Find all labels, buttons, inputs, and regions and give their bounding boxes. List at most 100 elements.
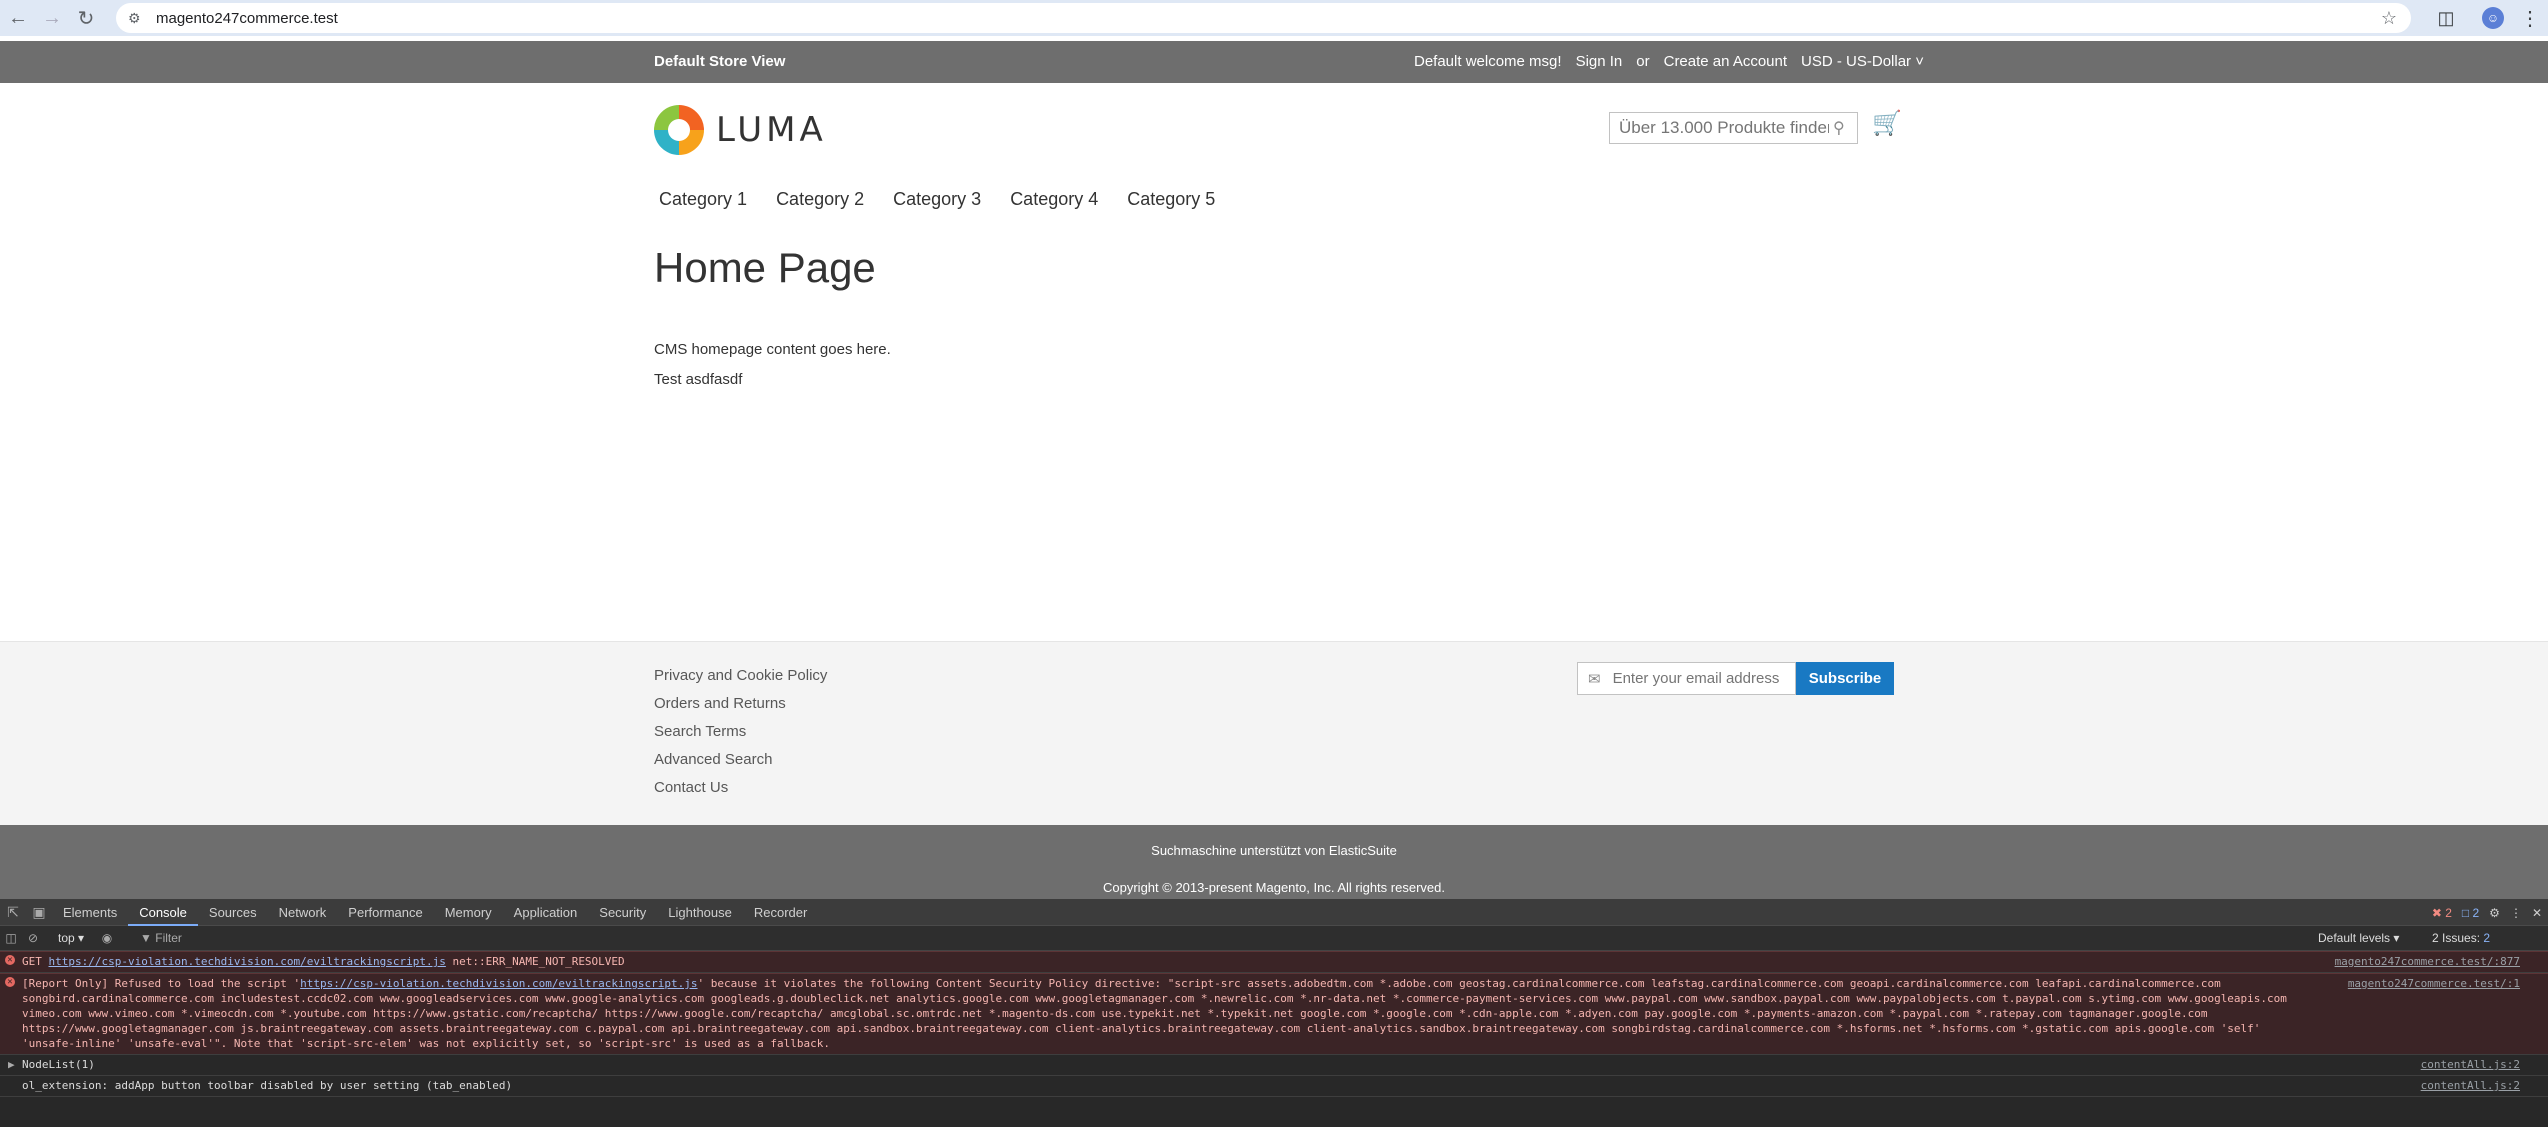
search-input[interactable] [1619, 118, 1829, 138]
nav-category-4[interactable]: Category 4 [1005, 189, 1110, 210]
inspect-element-icon[interactable]: ⇱ [0, 904, 26, 921]
luma-logo-icon [654, 105, 704, 155]
footer-link-contact[interactable]: Contact Us [654, 774, 827, 802]
currency-switcher[interactable]: USD - US-Dollar ˅ [1801, 53, 1924, 70]
footer-link-advanced-search[interactable]: Advanced Search [654, 746, 827, 774]
source-link[interactable]: magento247commerce.test/:1 [2348, 976, 2520, 991]
error-count: 2 [2445, 905, 2452, 920]
log-levels-dropdown[interactable]: Default levels ▾ [2318, 931, 2399, 945]
console-toolbar: ◫ ⊘ top ▾ ◉ ▼ Filter Default levels ▾ 2 … [0, 926, 2548, 951]
content-paragraph: CMS homepage content goes here. [654, 341, 891, 358]
levels-label: Default levels [2318, 931, 2391, 945]
sidebar-toggle-icon[interactable]: ◫ [0, 931, 22, 945]
logo-text: LUMA [716, 110, 827, 150]
log-text: NodeList(1) [22, 1058, 95, 1071]
source-link[interactable]: contentAll.js:2 [2421, 1078, 2520, 1093]
bookmark-star-icon[interactable]: ☆ [2381, 8, 2397, 29]
extensions-icon[interactable]: ◫ [2432, 4, 2460, 32]
profile-avatar[interactable]: ☺ [2482, 7, 2504, 29]
console-filter-input[interactable]: ▼ Filter [140, 931, 182, 945]
search-engine-note: Suchmaschine unterstützt von ElasticSuit… [1151, 843, 1397, 858]
cart-icon[interactable]: 🛒 [1872, 109, 1902, 138]
browser-menu-icon[interactable]: ⋮ [2518, 4, 2542, 32]
back-icon[interactable]: ← [2, 2, 34, 34]
content-paragraph: Test asdfasdf [654, 371, 743, 388]
close-devtools-icon[interactable]: ✕ [2532, 906, 2542, 920]
site-info-icon[interactable]: ⚙ [128, 10, 150, 27]
chevron-down-icon: ˅ [1915, 53, 1924, 70]
envelope-icon: ✉ [1588, 670, 1601, 688]
error-count-badge[interactable]: ✖ 2 [2432, 906, 2452, 920]
footer-links: Privacy and Cookie Policy Orders and Ret… [654, 662, 827, 802]
store-view-switcher[interactable]: Default Store View [654, 53, 785, 70]
footer-link-search-terms[interactable]: Search Terms [654, 718, 827, 746]
nav-category-2[interactable]: Category 2 [771, 189, 876, 210]
source-link[interactable]: contentAll.js:2 [2421, 1057, 2520, 1072]
request-method: GET [22, 955, 42, 968]
console-messages: ✕ GET https://csp-violation.techdivision… [0, 951, 2548, 1097]
welcome-message: Default welcome msg! [1414, 53, 1562, 70]
subscribe-button[interactable]: Subscribe [1796, 662, 1894, 695]
console-error-message: ✕ GET https://csp-violation.techdivision… [0, 951, 2548, 973]
error-url-link[interactable]: https://csp-violation.techdivision.com/e… [300, 977, 697, 990]
error-icon: ✕ [5, 977, 15, 987]
devtools-panel: ⇱ ▣ Elements Console Sources Network Per… [0, 899, 2548, 1127]
reload-icon[interactable]: ↻ [70, 2, 102, 34]
tab-network[interactable]: Network [268, 899, 338, 926]
issues-link[interactable]: 2 Issues: 2 [2432, 931, 2490, 945]
filter-placeholder: Filter [155, 931, 182, 945]
tab-console[interactable]: Console [128, 899, 198, 926]
newsletter-field: ✉ [1577, 662, 1796, 695]
nav-category-5[interactable]: Category 5 [1122, 189, 1227, 210]
cms-content: CMS homepage content goes here. Test asd… [654, 335, 891, 395]
footer-link-orders[interactable]: Orders and Returns [654, 690, 827, 718]
footer-link-privacy[interactable]: Privacy and Cookie Policy [654, 662, 827, 690]
category-nav: Category 1 Category 2 Category 3 Categor… [654, 189, 1239, 210]
issue-count-badge[interactable]: □ 2 [2462, 906, 2479, 920]
nav-category-1[interactable]: Category 1 [654, 189, 759, 210]
address-bar[interactable]: ⚙ magento247commerce.test ☆ [116, 3, 2411, 33]
nav-category-3[interactable]: Category 3 [888, 189, 993, 210]
copyright-bar: Suchmaschine unterstützt von ElasticSuit… [0, 825, 2548, 899]
header-links: Default welcome msg! Sign In or Create a… [1414, 53, 1924, 70]
tab-security[interactable]: Security [588, 899, 657, 926]
tab-memory[interactable]: Memory [434, 899, 503, 926]
store-logo[interactable]: LUMA [654, 105, 827, 155]
search-field: ⚲ [1609, 112, 1858, 144]
tab-elements[interactable]: Elements [52, 899, 128, 926]
log-text: ol_extension: addApp button toolbar disa… [22, 1079, 513, 1092]
error-text: net::ERR_NAME_NOT_RESOLVED [452, 955, 625, 968]
eye-icon[interactable]: ◉ [96, 931, 118, 945]
devtools-tabbar: ⇱ ▣ Elements Console Sources Network Per… [0, 899, 2548, 926]
tab-recorder[interactable]: Recorder [743, 899, 818, 926]
currency-label: USD - US-Dollar [1801, 53, 1912, 70]
context-selector[interactable]: top ▾ [58, 931, 84, 945]
console-log-message: ol_extension: addApp button toolbar disa… [0, 1076, 2548, 1097]
or-separator: or [1636, 53, 1650, 70]
newsletter-email-input[interactable] [1612, 670, 1793, 687]
url-text[interactable]: magento247commerce.test [156, 10, 338, 27]
expand-triangle-icon[interactable]: ▶ [8, 1057, 15, 1072]
error-url-link[interactable]: https://csp-violation.techdivision.com/e… [49, 955, 446, 968]
sign-in-link[interactable]: Sign In [1576, 53, 1623, 70]
more-options-icon[interactable]: ⋮ [2510, 906, 2522, 920]
context-label: top [58, 931, 75, 945]
search-icon[interactable]: ⚲ [1833, 118, 1845, 138]
newsletter-form: ✉ Subscribe [1577, 662, 1894, 695]
tab-application[interactable]: Application [503, 899, 589, 926]
copyright-text: Copyright © 2013-present Magento, Inc. A… [1103, 880, 1445, 895]
device-toolbar-icon[interactable]: ▣ [26, 904, 52, 921]
settings-gear-icon[interactable]: ⚙ [2489, 906, 2500, 920]
tab-lighthouse[interactable]: Lighthouse [657, 899, 743, 926]
issues-badge: 2 [2483, 931, 2491, 945]
source-link[interactable]: magento247commerce.test/:877 [2335, 954, 2520, 969]
console-log-message[interactable]: ▶ NodeList(1) contentAll.js:2 [0, 1055, 2548, 1076]
clear-console-icon[interactable]: ⊘ [22, 931, 44, 945]
tab-sources[interactable]: Sources [198, 899, 268, 926]
issues-label: 2 Issues: [2432, 931, 2481, 945]
page-viewport: Default Store View Default welcome msg! … [0, 41, 2548, 899]
create-account-link[interactable]: Create an Account [1664, 53, 1787, 70]
store-header-panel: Default Store View Default welcome msg! … [0, 41, 2548, 83]
tab-performance[interactable]: Performance [337, 899, 433, 926]
forward-icon[interactable]: → [36, 2, 68, 34]
